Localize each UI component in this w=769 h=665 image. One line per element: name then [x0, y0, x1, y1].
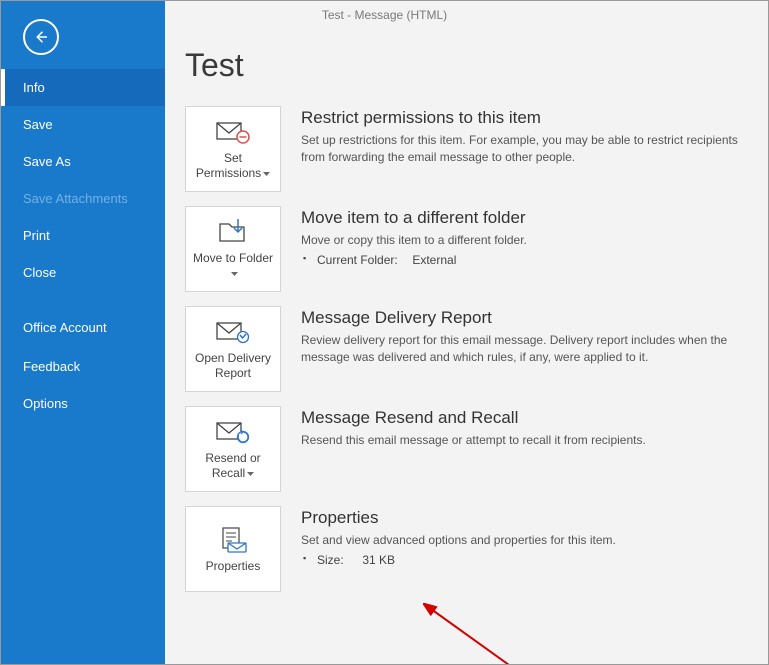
page-title: Test — [185, 47, 748, 84]
current-folder-value: External — [412, 253, 456, 267]
set-permissions-button[interactable]: Set Permissions — [185, 106, 281, 192]
section-desc: Move or copy this item to a different fo… — [301, 232, 748, 249]
nav-options[interactable]: Options — [1, 385, 165, 422]
section-permissions: Set Permissions Restrict permissions to … — [185, 106, 748, 192]
envelope-recall-icon — [216, 417, 250, 447]
chevron-down-icon — [247, 466, 254, 481]
nav-save[interactable]: Save — [1, 106, 165, 143]
section-desc: Resend this email message or attempt to … — [301, 432, 748, 449]
envelope-restrict-icon — [216, 117, 250, 147]
section-title: Properties — [301, 508, 748, 528]
section-resend: Resend or Recall Message Resend and Reca… — [185, 406, 748, 492]
properties-icon — [218, 525, 248, 555]
back-button[interactable] — [23, 19, 59, 55]
back-arrow-icon — [32, 28, 50, 46]
chevron-down-icon — [263, 166, 270, 181]
tile-label: Properties — [202, 559, 265, 574]
annotation-arrow — [423, 603, 533, 664]
tile-label: Resend or Recall — [186, 451, 280, 481]
section-desc: Set and view advanced options and proper… — [301, 532, 748, 549]
nav-print[interactable]: Print — [1, 217, 165, 254]
size-value: 31 KB — [362, 553, 395, 567]
current-folder-line: Current Folder: External — [301, 253, 748, 267]
folder-move-icon — [218, 217, 248, 247]
open-delivery-report-button[interactable]: Open Delivery Report — [185, 306, 281, 392]
section-desc: Review delivery report for this email me… — [301, 332, 748, 367]
nav-feedback[interactable]: Feedback — [1, 348, 165, 385]
properties-button[interactable]: Properties — [185, 506, 281, 592]
section-title: Move item to a different folder — [301, 208, 748, 228]
nav-info[interactable]: Info — [1, 69, 165, 106]
backstage-sidebar: Info Save Save As Save Attachments Print… — [1, 1, 165, 664]
section-delivery: Open Delivery Report Message Delivery Re… — [185, 306, 748, 392]
nav-save-as[interactable]: Save As — [1, 143, 165, 180]
chevron-down-icon — [231, 266, 238, 281]
envelope-report-icon — [216, 317, 250, 347]
resend-recall-button[interactable]: Resend or Recall — [185, 406, 281, 492]
move-to-folder-button[interactable]: Move to Folder — [185, 206, 281, 292]
section-title: Message Resend and Recall — [301, 408, 748, 428]
section-title: Restrict permissions to this item — [301, 108, 748, 128]
section-move: Move to Folder Move item to a different … — [185, 206, 748, 292]
section-title: Message Delivery Report — [301, 308, 748, 328]
nav-close[interactable]: Close — [1, 254, 165, 291]
nav-office-account[interactable]: Office Account — [1, 309, 165, 348]
tile-label: Move to Folder — [186, 251, 280, 281]
size-line: Size: 31 KB — [301, 553, 748, 567]
section-desc: Set up restrictions for this item. For e… — [301, 132, 748, 167]
nav-save-attachments: Save Attachments — [1, 180, 165, 217]
tile-label: Open Delivery Report — [186, 351, 280, 381]
main-panel: Test Set Permissions Restrict permission… — [165, 29, 768, 664]
tile-label: Set Permissions — [186, 151, 280, 181]
section-properties: Properties Properties Set and view advan… — [185, 506, 748, 592]
